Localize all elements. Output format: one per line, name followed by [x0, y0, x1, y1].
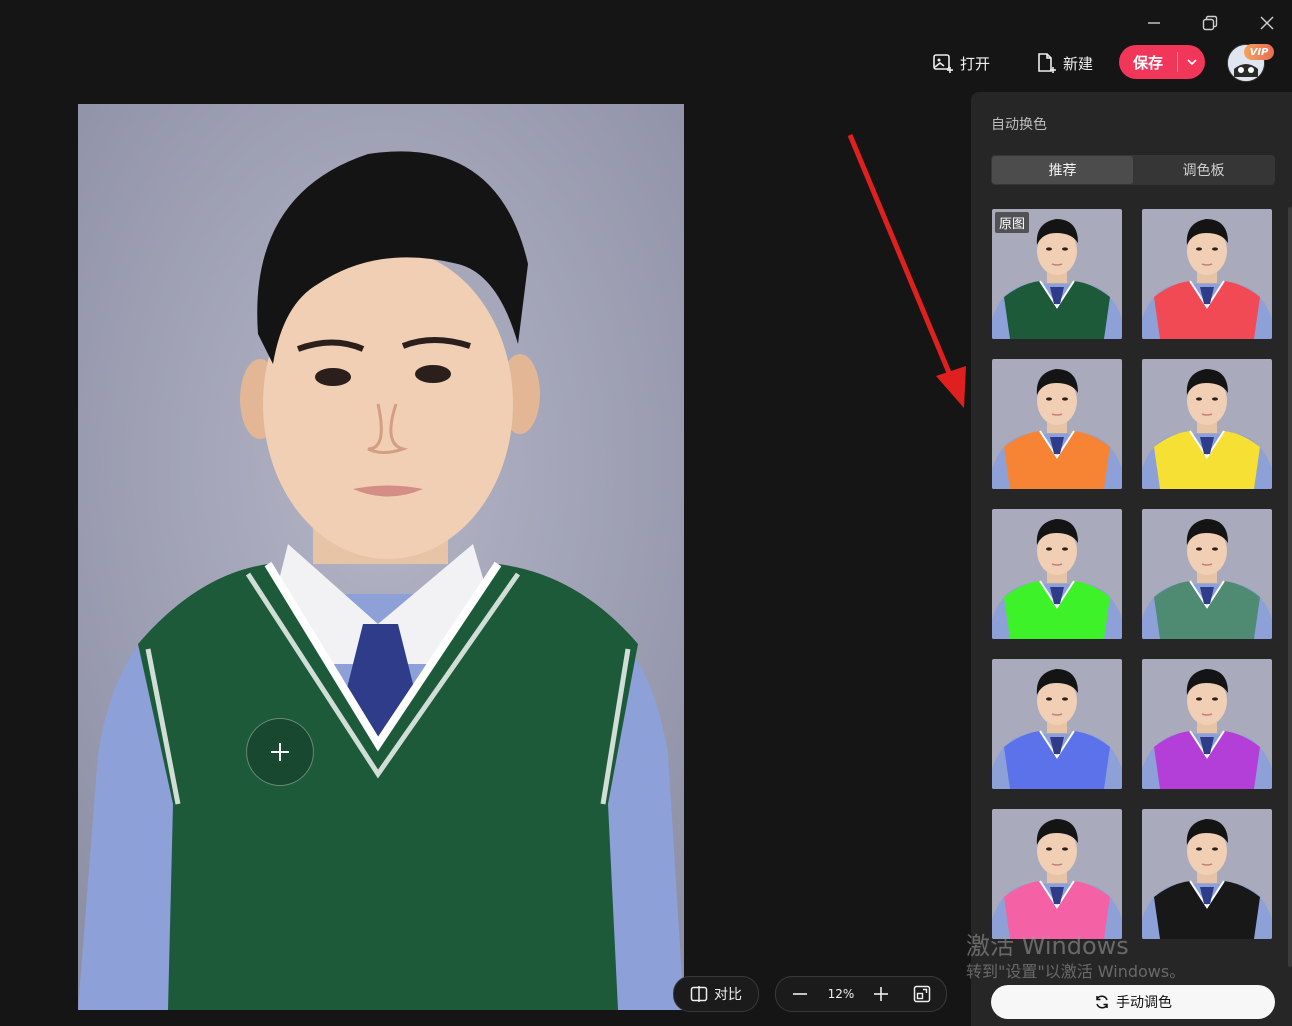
- color-preset-7[interactable]: [992, 659, 1122, 789]
- close-icon: [1260, 16, 1274, 30]
- save-dropdown-button[interactable]: [1178, 45, 1205, 79]
- compare-icon: [690, 986, 708, 1002]
- preset-thumbnail: [992, 359, 1122, 489]
- compare-button[interactable]: 对比: [673, 976, 759, 1012]
- open-button[interactable]: 打开: [932, 48, 990, 78]
- restore-button[interactable]: [1192, 8, 1228, 38]
- save-button[interactable]: 保存: [1119, 45, 1177, 79]
- manual-adjust-label: 手动调色: [1116, 995, 1172, 1011]
- zoom-out-button[interactable]: [776, 985, 824, 1003]
- panel-scrollbar[interactable]: [1288, 207, 1292, 967]
- panel-title: 自动换色: [991, 117, 1047, 133]
- manual-adjust-button[interactable]: 手动调色: [991, 985, 1275, 1019]
- activation-watermark-subtitle: 转到"设置"以激活 Windows。: [966, 962, 1186, 981]
- panel-tabs: 推荐 调色板: [991, 155, 1275, 185]
- preset-thumbnail: [992, 659, 1122, 789]
- color-preset-10[interactable]: [1142, 809, 1272, 939]
- new-label: 新建: [1063, 54, 1094, 73]
- auto-recolor-panel: 自动换色 推荐 调色板 原图 手动调色: [971, 92, 1292, 1026]
- open-image-icon: [933, 54, 953, 73]
- minimize-button[interactable]: [1136, 8, 1172, 38]
- fit-screen-icon: [913, 985, 931, 1003]
- compare-label: 对比: [714, 987, 742, 1003]
- photo-canvas[interactable]: [78, 104, 684, 1010]
- open-label: 打开: [960, 54, 991, 73]
- chevron-down-icon: [1186, 59, 1197, 66]
- new-file-icon: [1038, 53, 1056, 73]
- refresh-icon: [1096, 995, 1108, 1009]
- tab-recommended[interactable]: 推荐: [992, 156, 1133, 184]
- close-button[interactable]: [1249, 8, 1285, 38]
- preset-thumbnail: [1142, 209, 1272, 339]
- preset-thumbnail: [992, 509, 1122, 639]
- minimize-icon: [1148, 22, 1160, 24]
- zoom-controls: 12%: [775, 976, 947, 1012]
- color-preset-2[interactable]: [1142, 209, 1272, 339]
- minus-icon: [793, 993, 807, 995]
- activation-watermark-title: 激活 Windows: [966, 932, 1129, 960]
- color-preset-9[interactable]: [992, 809, 1122, 939]
- preset-thumbnail: [992, 809, 1122, 939]
- preset-thumbnail: [1142, 509, 1272, 639]
- plus-icon: [874, 987, 888, 1001]
- color-preset-6[interactable]: [1142, 509, 1272, 639]
- restore-icon: [1202, 15, 1218, 31]
- color-preset-8[interactable]: [1142, 659, 1272, 789]
- plus-icon: [271, 743, 289, 761]
- preset-thumbnail: [1142, 659, 1272, 789]
- original-badge: 原图: [995, 212, 1030, 233]
- vip-badge: VIP: [1244, 44, 1274, 60]
- color-preset-5[interactable]: [992, 509, 1122, 639]
- preset-thumbnail: [1142, 359, 1272, 489]
- zoom-level: 12%: [827, 987, 855, 1001]
- color-preset-4[interactable]: [1142, 359, 1272, 489]
- add-point-button[interactable]: [246, 718, 314, 786]
- arrow-annotation: [847, 134, 966, 408]
- fit-screen-button[interactable]: [904, 985, 940, 1003]
- tab-palette[interactable]: 调色板: [1133, 156, 1274, 184]
- save-button-group: 保存: [1119, 45, 1205, 79]
- portrait-image: [78, 104, 684, 1010]
- color-preset-3[interactable]: [992, 359, 1122, 489]
- new-button[interactable]: 新建: [1035, 48, 1093, 78]
- color-preset-1[interactable]: 原图: [992, 209, 1122, 339]
- save-label: 保存: [1132, 53, 1163, 72]
- zoom-in-button[interactable]: [858, 985, 904, 1003]
- preset-thumbnail: [1142, 809, 1272, 939]
